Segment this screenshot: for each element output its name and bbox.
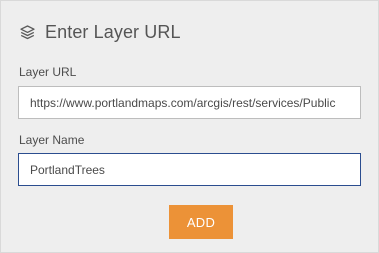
layer-name-label: Layer Name <box>19 133 85 147</box>
panel-title: Enter Layer URL <box>45 21 181 42</box>
layer-url-input[interactable] <box>18 86 361 119</box>
layers-icon <box>18 23 36 41</box>
enter-layer-url-panel: Enter Layer URL Layer URL Layer Name ADD <box>0 0 379 253</box>
layer-url-label: Layer URL <box>19 65 77 79</box>
layer-name-input[interactable] <box>18 153 361 186</box>
add-button[interactable]: ADD <box>169 205 233 239</box>
panel-header: Enter Layer URL <box>18 19 181 45</box>
